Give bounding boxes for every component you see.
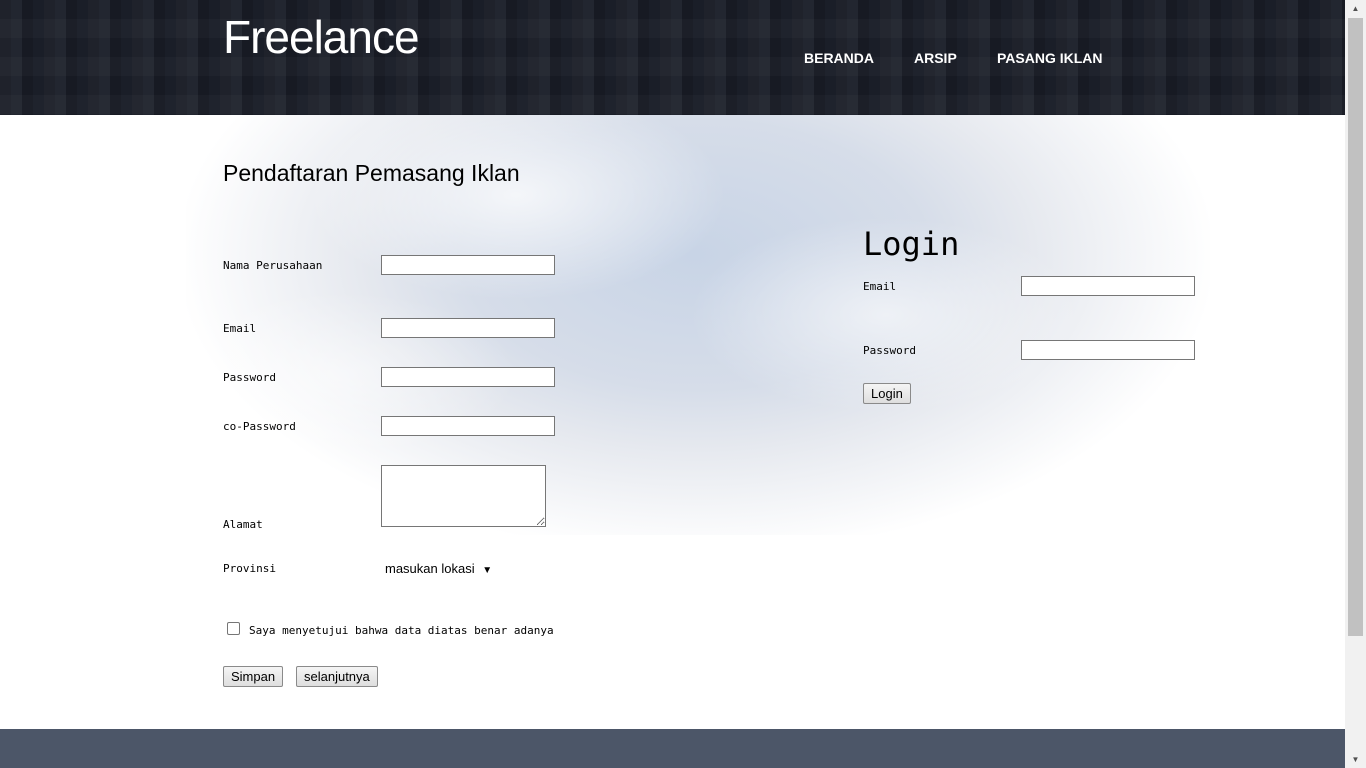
site-footer	[0, 729, 1345, 768]
nav-pasang-iklan[interactable]: PASANG IKLAN	[997, 50, 1103, 66]
company-label: Nama Perusahaan	[223, 259, 323, 272]
agree-label: Saya menyetujui bahwa data diatas benar …	[249, 624, 554, 637]
register-email-input[interactable]	[381, 318, 555, 338]
register-title: Pendaftaran Pemasang Iklan	[223, 160, 520, 186]
register-password-label: Password	[223, 371, 276, 384]
nav-arsip[interactable]: ARSIP	[914, 50, 957, 66]
company-input[interactable]	[381, 255, 555, 275]
copassword-input[interactable]	[381, 416, 555, 436]
save-button[interactable]: Simpan	[223, 666, 284, 687]
login-email-input[interactable]	[1021, 276, 1195, 296]
nav-beranda[interactable]: BERANDA	[804, 50, 874, 66]
vertical-scrollbar[interactable]: ▲ ▼	[1345, 0, 1366, 768]
login-email-label: Email	[863, 280, 897, 293]
province-label: Provinsi	[223, 562, 276, 575]
register-password-input[interactable]	[381, 367, 555, 387]
copassword-label: co-Password	[223, 420, 296, 433]
register-email-label: Email	[223, 322, 257, 335]
login-password-label: Password	[863, 344, 916, 357]
site-header: Freelance BERANDA ARSIP PASANG IKLAN	[0, 0, 1345, 115]
login-title: Login	[863, 225, 960, 263]
dropdown-arrow-icon: ▼	[482, 565, 493, 576]
next-button[interactable]: selanjutnya	[296, 666, 378, 687]
address-label: Alamat	[223, 518, 263, 531]
login-button[interactable]: Login	[863, 383, 911, 404]
login-password-input[interactable]	[1021, 340, 1195, 360]
agree-checkbox[interactable]	[227, 622, 240, 635]
province-selected-value: masukan lokasi	[385, 561, 475, 576]
scrollbar-thumb[interactable]	[1348, 18, 1363, 636]
scroll-up-arrow-icon[interactable]: ▲	[1345, 0, 1366, 17]
scroll-down-arrow-icon[interactable]: ▼	[1345, 751, 1366, 768]
address-textarea[interactable]	[381, 465, 546, 527]
site-logo[interactable]: Freelance	[223, 10, 420, 64]
province-select[interactable]: masukan lokasi ▼	[381, 559, 492, 579]
